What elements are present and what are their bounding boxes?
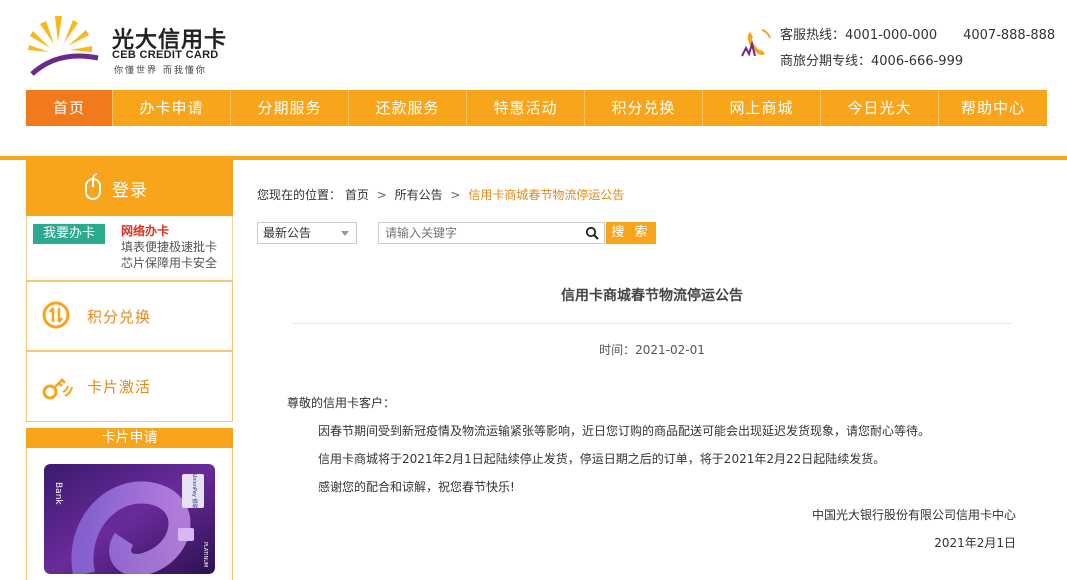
chevron-down-icon [341, 231, 349, 236]
nav-mall[interactable]: 网上商城 [703, 90, 821, 126]
article-time-label: 时间： [599, 343, 636, 357]
main-nav: 首页 办卡申请 分期服务 还款服务 特惠活动 积分兑换 网上商城 今日光大 帮助… [26, 90, 1047, 126]
article-greeting: 尊敬的信用卡客户： [287, 396, 396, 410]
sidebar: 登录 我要办卡 网络办卡 填表便捷极速批卡 芯片保障用卡安全 积分兑换 卡片激活… [26, 160, 233, 580]
article-signature-org: 中国光大银行股份有限公司信用卡中心 [811, 508, 1016, 522]
header: 光大信用卡 CEB CREDIT CARD 你懂世界 而我懂你 客服热线：400… [0, 0, 1067, 90]
breadcrumb-home[interactable]: 首页 [345, 188, 369, 202]
search-icon[interactable] [585, 226, 599, 240]
credit-card-image[interactable]: UnionPay 银联 Bank PLATINUM [44, 464, 215, 574]
card-unionpay-mark: UnionPay 银联 [191, 474, 198, 509]
sidebar-item-points[interactable]: 积分兑换 [26, 280, 233, 352]
article-time-value: 2021-02-01 [635, 343, 705, 357]
points-exchange-icon [42, 301, 70, 329]
online-apply-desc-2: 芯片保障用卡安全 [121, 256, 218, 270]
sidebar-item-points-label: 积分兑换 [87, 308, 152, 326]
nav-help[interactable]: 帮助中心 [939, 90, 1047, 126]
service-hotline-number-2: 4007-888-888 [963, 28, 1056, 43]
card-bank-mark: Bank [53, 482, 63, 505]
service-hotline-label: 客服热线： [780, 28, 846, 43]
mouse-icon [85, 173, 101, 200]
nav-repayment[interactable]: 还款服务 [349, 90, 467, 126]
login-button[interactable]: 登录 [26, 160, 233, 216]
article-time: 时间：2021-02-01 [292, 341, 1012, 358]
card-apply-panel: UnionPay 银联 Bank PLATINUM [26, 448, 233, 580]
online-apply-panel: 我要办卡 网络办卡 填表便捷极速批卡 芯片保障用卡安全 [26, 216, 233, 280]
travel-hotline: 商旅分期专线：4006-666-999 [780, 50, 963, 69]
breadcrumb-prefix: 您现在的位置： [257, 188, 342, 202]
title-divider [292, 323, 1012, 324]
search-input[interactable] [378, 222, 605, 244]
nav-promotions[interactable]: 特惠活动 [467, 90, 585, 126]
category-select[interactable]: 最新公告 [257, 222, 357, 244]
breadcrumb-section[interactable]: 所有公告 [395, 188, 443, 202]
service-hotline: 客服热线：4001-000-000 4007-888-888 [780, 24, 1055, 43]
breadcrumb-separator: > [376, 188, 387, 202]
search-button[interactable]: 搜 索 [606, 222, 656, 244]
hotline: 客服热线：4001-000-000 4007-888-888 商旅分期专线：400… [740, 22, 1060, 72]
brand-logo[interactable]: 光大信用卡 CEB CREDIT CARD 你懂世界 而我懂你 [28, 12, 238, 80]
article-paragraph-3: 感谢您的配合和谅解，祝您春节快乐! [318, 480, 515, 494]
card-tier-mark: PLATINUM [202, 542, 208, 567]
online-apply-desc-1: 填表便捷极速批卡 [121, 240, 218, 254]
brand-slogan: 你懂世界 而我懂你 [114, 66, 207, 76]
service-hotline-number-1: 4001-000-000 [845, 28, 938, 43]
login-label: 登录 [112, 181, 148, 201]
nav-card-apply[interactable]: 办卡申请 [113, 90, 231, 126]
nav-today-ceb[interactable]: 今日光大 [821, 90, 939, 126]
card-activate-icon [42, 378, 73, 400]
card-apply-heading: 卡片申请 [26, 428, 233, 448]
article-paragraph-1: 因春节期间受到新冠疫情及物流运输紧张等影响，近日您订购的商品配送可能会出现延迟发… [318, 424, 931, 438]
category-select-value: 最新公告 [263, 226, 312, 240]
phone-icon [741, 29, 771, 57]
nav-home[interactable]: 首页 [26, 90, 113, 126]
article-signature-date: 2021年2月1日 [934, 536, 1016, 550]
brand-name-en: CEB CREDIT CARD [112, 49, 219, 61]
apply-card-button[interactable]: 我要办卡 [33, 224, 105, 244]
nav-installment[interactable]: 分期服务 [231, 90, 349, 126]
sidebar-item-activate[interactable]: 卡片激活 [26, 350, 233, 422]
sun-logo-icon [28, 16, 99, 76]
nav-points[interactable]: 积分兑换 [585, 90, 703, 126]
sidebar-item-activate-label: 卡片激活 [87, 378, 152, 396]
article-paragraph-2: 信用卡商城将于2021年2月1日起陆续停止发货，停运日期之后的订单，将于2021… [318, 452, 886, 466]
travel-hotline-number: 4006-666-999 [871, 54, 964, 69]
online-apply-title[interactable]: 网络办卡 [121, 222, 169, 239]
breadcrumb: 您现在的位置： 首页 > 所有公告 > 信用卡商城春节物流停运公告 [257, 186, 624, 203]
breadcrumb-separator: > [450, 188, 461, 202]
breadcrumb-current[interactable]: 信用卡商城春节物流停运公告 [468, 188, 624, 202]
article-title: 信用卡商城春节物流停运公告 [561, 288, 743, 304]
travel-hotline-label: 商旅分期专线： [780, 54, 872, 69]
